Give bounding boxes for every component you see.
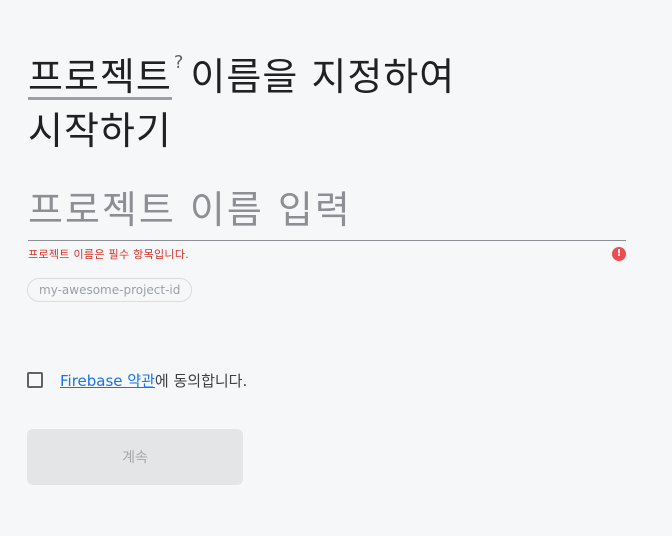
question-circle-icon[interactable]: ? [174,52,185,73]
page-title-text: 이름을 지정하여 [190,55,456,99]
terms-suffix: 에 동의합니다. [154,371,248,390]
terms-checkbox[interactable] [27,372,43,388]
terms-row: Firebase 약관에 동의합니다. [27,370,247,390]
page-title: 프로젝트? 이름을 지정하여 시작하기 [28,36,648,158]
project-term-tooltip[interactable]: 프로젝트 [28,57,172,100]
continue-button[interactable]: 계속 [27,429,243,485]
project-id-chip[interactable]: my-awesome-project-id [27,278,193,302]
project-name-error: 프로젝트 이름은 필수 항목입니다. [28,248,190,261]
terms-label: Firebase 약관에 동의합니다. [60,370,247,391]
page-title-line2: 시작하기 [28,109,172,153]
error-circle-icon: ! [612,247,626,261]
firebase-terms-link[interactable]: Firebase 약관 [60,372,155,390]
project-name-input[interactable] [28,180,626,241]
